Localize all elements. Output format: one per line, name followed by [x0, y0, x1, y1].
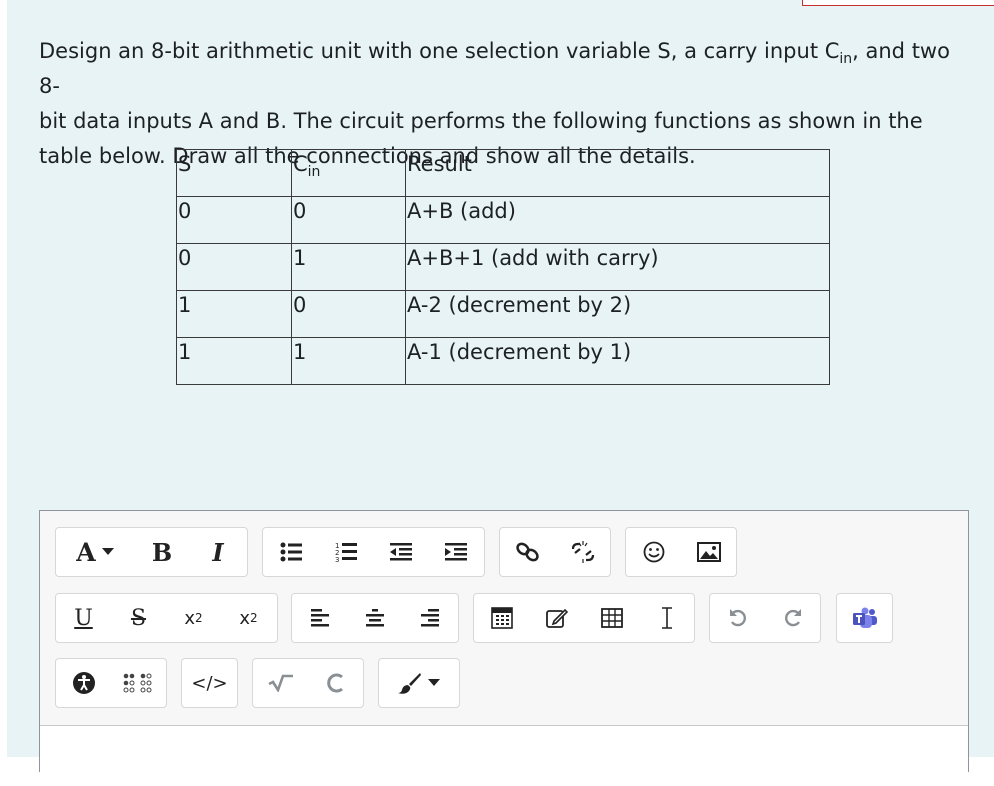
- chemistry-icon: [326, 673, 343, 693]
- font-color-button[interactable]: A: [56, 528, 134, 576]
- image-icon: [696, 542, 721, 562]
- font-style-group: A B I: [55, 527, 248, 577]
- cell-result: A+B+1 (add with carry): [405, 243, 830, 291]
- align-left-button[interactable]: [292, 594, 347, 642]
- html-group: </>: [181, 658, 238, 708]
- chevron-down-icon: [101, 548, 114, 555]
- emoticon-button[interactable]: [626, 528, 681, 576]
- cursor-icon: [661, 607, 672, 629]
- cell-s: 1: [176, 290, 292, 338]
- teams-meeting-button[interactable]: [837, 594, 892, 642]
- equation-editor-icon: [490, 607, 513, 629]
- html-source-button[interactable]: </>: [182, 659, 237, 707]
- cell-s: 0: [176, 196, 292, 244]
- header-s: S: [176, 149, 292, 197]
- underline-button[interactable]: U: [56, 594, 111, 642]
- emoticon-icon: [643, 541, 664, 563]
- history-group: [709, 593, 821, 643]
- cell-cin: 0: [291, 196, 406, 244]
- teams-group: [836, 593, 893, 643]
- insert-group: [625, 527, 737, 577]
- table-button[interactable]: [584, 594, 639, 642]
- bullet-list-button[interactable]: [263, 528, 318, 576]
- clear-format-group: [378, 658, 460, 708]
- bold-button[interactable]: B: [134, 528, 190, 576]
- outdent-icon: [389, 543, 412, 561]
- table-row: 1 1 A-1 (decrement by 1): [176, 337, 830, 385]
- svg-text:3: 3: [335, 556, 339, 563]
- chevron-down-icon: [428, 679, 440, 686]
- strikethrough-button[interactable]: S: [111, 594, 166, 642]
- align-center-icon: [365, 609, 384, 627]
- flag-box: [802, 0, 994, 6]
- teams-meeting-icon: [852, 607, 877, 628]
- header-result: Result: [405, 149, 830, 197]
- align-right-button[interactable]: [402, 594, 457, 642]
- link-button[interactable]: [500, 528, 555, 576]
- align-right-icon: [420, 609, 439, 627]
- question-line-2: bit data inputs A and B. The circuit per…: [39, 109, 923, 133]
- cell-cin: 1: [291, 243, 406, 291]
- text-format-group: U S x2 x2: [55, 593, 278, 643]
- table-header-row: S Cin Result: [176, 149, 830, 197]
- cell-s: 1: [176, 337, 292, 385]
- math-sqrt-icon: [267, 674, 293, 692]
- draw-icon: [545, 608, 568, 628]
- question-line-1: Design an 8-bit arithmetic unit with one…: [39, 39, 950, 98]
- header-cin: Cin: [291, 149, 406, 197]
- unlink-button[interactable]: [555, 528, 610, 576]
- screenreader-helper-button[interactable]: [111, 659, 166, 707]
- table-row: 1 0 A-2 (decrement by 2): [176, 290, 830, 338]
- indent-button[interactable]: [428, 528, 483, 576]
- cell-s: 0: [176, 243, 292, 291]
- table-row: 0 1 A+B+1 (add with carry): [176, 243, 830, 291]
- cell-result: A-2 (decrement by 2): [405, 290, 830, 338]
- align-group: [291, 593, 459, 643]
- insert-tools-group: [473, 593, 695, 643]
- cursor-button[interactable]: [639, 594, 694, 642]
- cell-cin: 0: [291, 290, 406, 338]
- braille-icon: [123, 673, 151, 693]
- draw-button[interactable]: [529, 594, 584, 642]
- align-center-button[interactable]: [347, 594, 402, 642]
- redo-button[interactable]: [765, 594, 820, 642]
- table-row: 0 0 A+B (add): [176, 196, 830, 244]
- clear-formatting-button[interactable]: [379, 659, 459, 707]
- accessibility-icon: [72, 672, 95, 694]
- subscript-button[interactable]: x2: [166, 594, 221, 642]
- numbered-list-icon: 1 2 3: [335, 542, 357, 563]
- undo-button[interactable]: [710, 594, 765, 642]
- numbered-list-button[interactable]: 1 2 3: [318, 528, 373, 576]
- italic-button[interactable]: I: [190, 528, 246, 576]
- equation-editor-button[interactable]: [474, 594, 529, 642]
- cell-result: A+B (add): [405, 196, 830, 244]
- math-equation-button[interactable]: [253, 659, 308, 707]
- math-group: [252, 658, 364, 708]
- accessibility-checker-button[interactable]: [56, 659, 111, 707]
- paintbrush-icon: [398, 673, 421, 694]
- redo-icon: [784, 609, 801, 627]
- accessibility-group: [55, 658, 167, 708]
- bullet-list-icon: [280, 542, 302, 562]
- indent-icon: [444, 543, 467, 561]
- unlink-icon: [571, 541, 594, 563]
- cell-result: A-1 (decrement by 1): [405, 337, 830, 385]
- list-group: 1 2 3: [262, 527, 485, 577]
- image-button[interactable]: [681, 528, 736, 576]
- cell-cin: 1: [291, 337, 406, 385]
- table-icon: [600, 608, 623, 628]
- editor-content-area[interactable]: [40, 726, 968, 786]
- align-left-icon: [310, 609, 329, 627]
- link-icon: [515, 542, 539, 562]
- undo-icon: [729, 609, 746, 627]
- link-group: [499, 527, 611, 577]
- function-table: S Cin Result 0 0 A+B (add) 0 1 A+B+1 (ad…: [176, 149, 830, 385]
- chemistry-button[interactable]: [308, 659, 363, 707]
- rich-text-editor: A B I 1 2 3 U S x 2 x 2 </>: [39, 510, 969, 786]
- outdent-button[interactable]: [373, 528, 428, 576]
- superscript-button[interactable]: x2: [221, 594, 276, 642]
